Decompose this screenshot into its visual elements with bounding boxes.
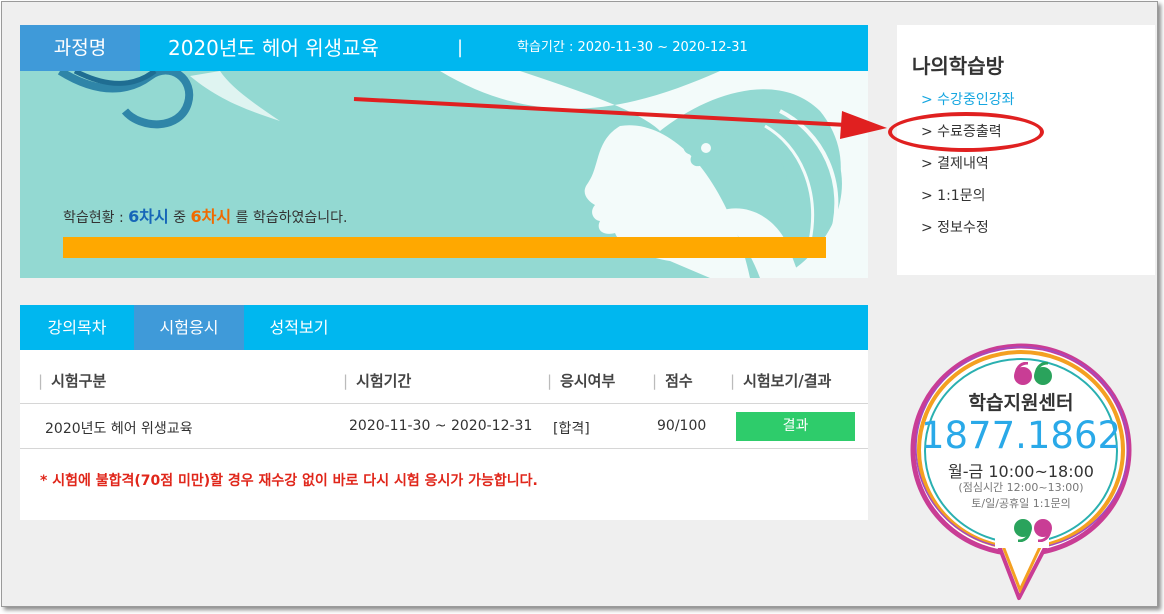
menu-item-payment-history[interactable]: > 결제내역 [921, 153, 989, 173]
support-center: 학습지원센터 1877.1862 월-금 10:00~18:00 (점심시간 1… [907, 340, 1135, 604]
col-header-status: | 응시여부 [547, 372, 616, 390]
support-off-days: 토/일/공휴일 1:1문의 [971, 497, 1071, 510]
menu-item-one-on-one[interactable]: > 1:1문의 [921, 185, 985, 205]
progress-bar [63, 237, 826, 258]
support-title: 학습지원센터 [968, 392, 1074, 414]
arrow-annotation-icon [353, 97, 887, 139]
col-header-type-label: 시험구분 [51, 372, 107, 390]
quote-close-icon [1014, 519, 1052, 542]
course-period: 학습기간 : 2020-11-30 ~ 2020-12-31 [517, 40, 748, 55]
tab-view-grades[interactable]: 성적보기 [244, 305, 354, 350]
progress-text: 학습현황 : 6차시 중 6차시 를 학습하였습니다. [63, 203, 347, 227]
row-exam-score: 90/100 [657, 418, 707, 434]
col-header-action-label: 시험보기/결과 [743, 372, 832, 390]
course-separator: | [457, 37, 464, 58]
result-button[interactable]: 결과 [736, 412, 855, 441]
study-room-title: 나의학습방 [912, 54, 1004, 78]
col-header-status-label: 응시여부 [560, 372, 616, 390]
tab-take-exam[interactable]: 시험응시 [134, 305, 244, 350]
support-lunch: (점심시간 12:00~13:00) [958, 481, 1084, 494]
menu-item-current-courses[interactable]: > 수강중인강좌 [921, 89, 1014, 109]
menu-item-edit-profile[interactable]: > 정보수정 [921, 217, 989, 237]
tab-lecture-list[interactable]: 강의목차 [20, 305, 134, 350]
quote-open-icon [1014, 362, 1052, 385]
course-name: 2020년도 헤어 위생교육 [168, 36, 379, 60]
col-header-score: | 점수 [652, 372, 693, 390]
progress-fill [63, 237, 826, 258]
row-exam-status: [합격] [553, 421, 590, 437]
col-header-period-label: 시험기간 [356, 372, 412, 390]
row-divider [20, 448, 868, 449]
row-exam-period: 2020-11-30 ~ 2020-12-31 [349, 418, 533, 434]
course-label: 과정명 [20, 25, 140, 71]
progress-done: 6차시 [190, 207, 232, 226]
progress-middle: 중 [168, 210, 191, 226]
col-header-period: | 시험기간 [343, 372, 412, 390]
progress-suffix: 를 학습하였습니다. [231, 210, 348, 226]
annotation-ellipse [888, 112, 1044, 152]
progress-total: 6차시 [128, 207, 169, 226]
col-header-action: | 시험보기/결과 [730, 372, 832, 390]
support-phone: 1877.1862 [920, 414, 1122, 457]
exam-panel: | 시험구분 | 시험기간 | 응시여부 | 점수 | 시험보기/결과 2020년도 헤어… [20, 350, 868, 520]
page-frame: 과정명 2020년도 헤어 위생교육 | 학습기간 : 2020-11-30 ~… [1, 1, 1158, 607]
row-exam-type: 2020년도 헤어 위생교육 [45, 421, 193, 437]
course-header: 과정명 2020년도 헤어 위생교육 | 학습기간 : 2020-11-30 ~… [20, 25, 868, 71]
progress-prefix: 학습현황 : [63, 210, 129, 226]
exam-tabs: 강의목차 시험응시 성적보기 [20, 305, 868, 350]
retake-notice: * 시험에 불합격(70점 미만)할 경우 재수강 없이 바로 다시 시험 응시… [40, 473, 538, 489]
col-header-score-label: 점수 [665, 372, 693, 390]
header-divider [20, 403, 868, 404]
col-header-type: | 시험구분 [38, 372, 107, 390]
